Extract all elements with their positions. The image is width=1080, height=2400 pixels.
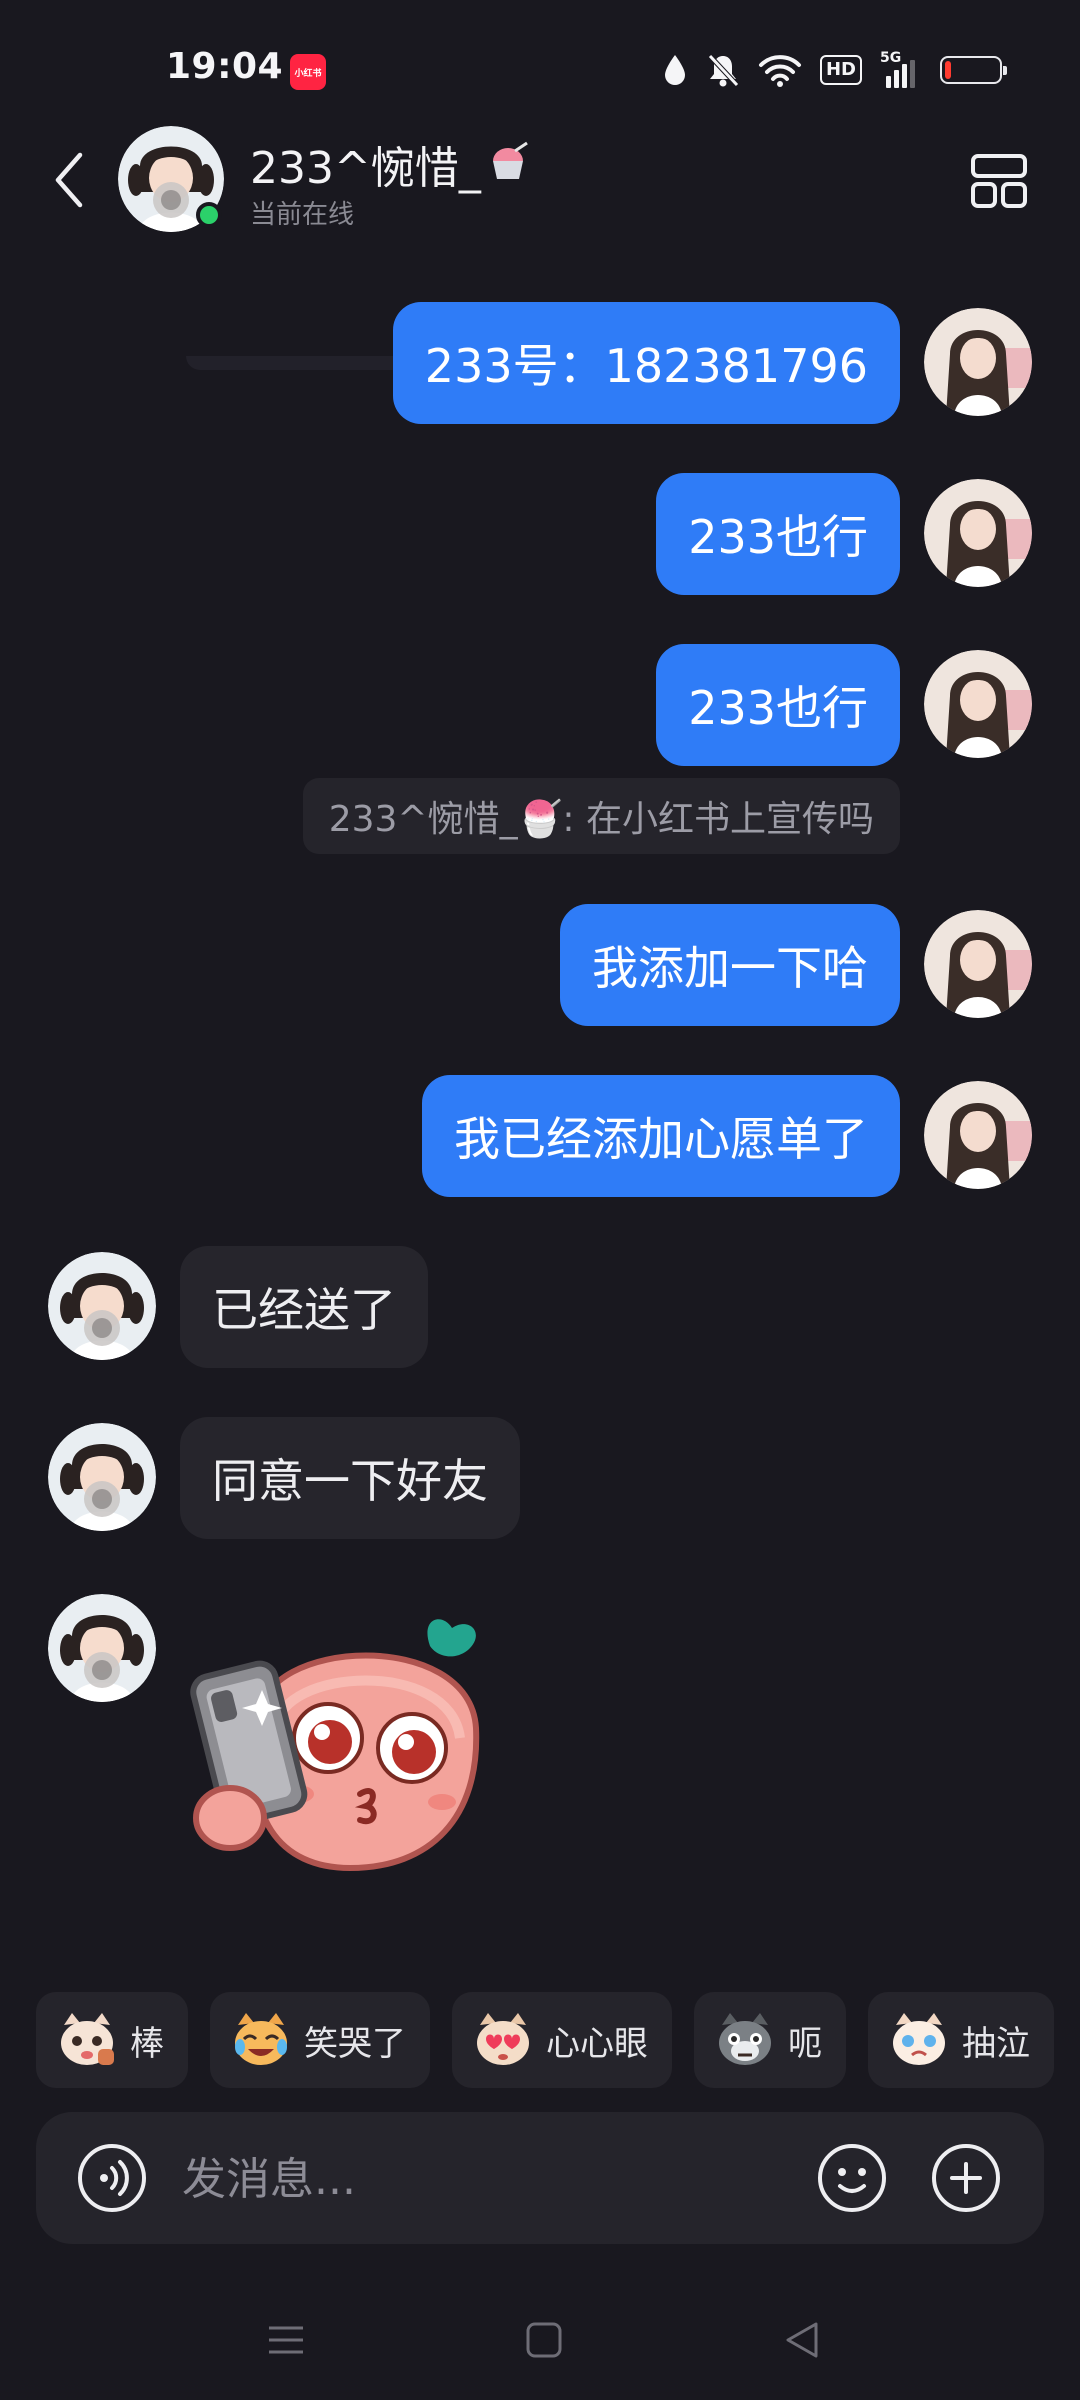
- contact-message-avatar[interactable]: [48, 1252, 156, 1360]
- hd-badge: HD: [819, 55, 862, 85]
- menu-icon: [269, 2326, 303, 2354]
- data-saver-icon: [664, 55, 685, 85]
- more-options-button[interactable]: [968, 150, 1030, 212]
- recents-button[interactable]: [256, 2310, 316, 2370]
- home-button[interactable]: [514, 2310, 574, 2370]
- cat-awkward-emoji: [719, 2013, 771, 2065]
- outgoing-message-bubble[interactable]: 233号：182381796: [392, 302, 900, 424]
- quick-reaction-label: 心心眼: [546, 2023, 648, 2064]
- my-avatar[interactable]: [924, 910, 1032, 1018]
- quoted-message[interactable]: 233^惋惜_🍧: 在小红书上宣传吗: [302, 778, 900, 854]
- outgoing-message-bubble[interactable]: 我已经添加心愿单了: [422, 1075, 900, 1197]
- battery-level: [945, 61, 951, 79]
- quick-reaction-label: 呃: [788, 2023, 822, 2064]
- status-bar: 19:04 小红书 HD 5G: [0, 0, 1080, 140]
- square-icon: [526, 2322, 562, 2358]
- system-navigation-bar: [0, 2290, 1080, 2380]
- shaved-ice-icon: [492, 141, 528, 179]
- status-time: 19:04: [166, 46, 284, 87]
- battery-icon: [940, 56, 1007, 84]
- xiaohongshu-app-icon: 小红书: [290, 54, 326, 90]
- add-attachment-button[interactable]: [930, 2142, 1002, 2214]
- incoming-message-bubble[interactable]: 同意一下好友: [180, 1417, 520, 1539]
- online-status-text: 当前在线: [250, 200, 355, 230]
- my-avatar[interactable]: [924, 1081, 1032, 1189]
- quick-reaction-label: 棒: [130, 2023, 164, 2064]
- quick-reaction-chip[interactable]: 抽泣: [868, 1992, 1054, 2088]
- contact-message-avatar[interactable]: [48, 1423, 156, 1531]
- outgoing-message-bubble[interactable]: 233也行: [656, 473, 900, 595]
- outgoing-message-bubble[interactable]: 我添加一下哈: [560, 904, 900, 1026]
- chevron-left-icon: [55, 152, 83, 208]
- system-back-button[interactable]: [772, 2310, 832, 2370]
- cat-heart-eyes-emoji: [477, 2013, 529, 2065]
- voice-input-button[interactable]: [76, 2142, 148, 2214]
- contact-message-avatar[interactable]: [48, 1594, 156, 1702]
- my-avatar[interactable]: [924, 479, 1032, 587]
- quick-reaction-chip[interactable]: 心心眼: [452, 1992, 672, 2088]
- my-avatar[interactable]: [924, 650, 1032, 758]
- cat-sob-emoji: [893, 2013, 945, 2065]
- cat-laugh-cry-emoji: [235, 2013, 287, 2065]
- emoji-button[interactable]: [816, 2142, 888, 2214]
- my-avatar[interactable]: [924, 308, 1032, 416]
- cellular-signal-icon: 5G: [880, 50, 922, 90]
- chat-header: 233^惋惜_ 当前在线: [0, 120, 1080, 370]
- message-composer: [36, 2112, 1044, 2244]
- contact-name: 233^惋惜_: [250, 132, 531, 196]
- cat-thumbs-emoji: [61, 2013, 114, 2065]
- quick-reaction-label: 笑哭了: [304, 2023, 406, 2064]
- back-button[interactable]: [42, 148, 96, 212]
- phone-kiss-sticker[interactable]: [180, 1598, 500, 1898]
- mute-bell-icon: [708, 54, 739, 87]
- status-icons: HD 5G: [662, 48, 1007, 92]
- contact-name-text: 233^惋惜_: [250, 143, 481, 194]
- incoming-message-bubble[interactable]: 已经送了: [180, 1246, 428, 1368]
- quick-reaction-chip[interactable]: 笑哭了: [210, 1992, 430, 2088]
- outgoing-message-bubble[interactable]: 233也行: [656, 644, 900, 766]
- quick-reaction-bar: 棒 笑哭了 心心眼 呃 抽泣: [36, 1992, 1080, 2088]
- wifi-icon: [758, 55, 801, 87]
- quick-reaction-chip[interactable]: 棒: [36, 1992, 188, 2088]
- triangle-back-icon: [786, 2322, 818, 2358]
- online-indicator: [196, 202, 222, 228]
- quick-reaction-chip[interactable]: 呃: [694, 1992, 846, 2088]
- quick-reaction-label: 抽泣: [962, 2023, 1030, 2064]
- message-input[interactable]: [180, 2142, 824, 2216]
